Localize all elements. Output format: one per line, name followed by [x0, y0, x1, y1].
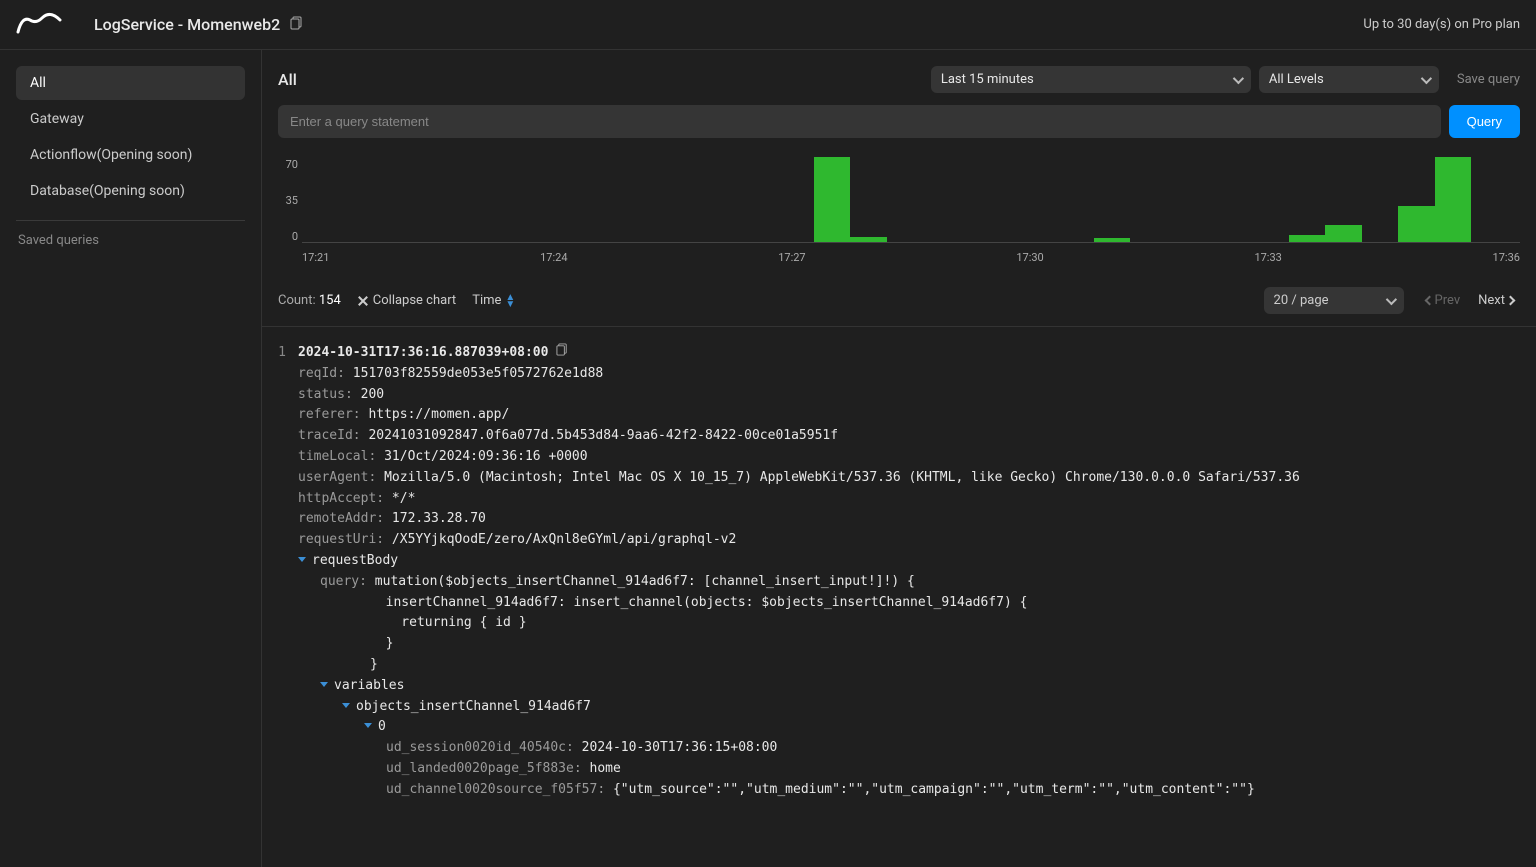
sidebar-item-gateway[interactable]: Gateway	[16, 102, 245, 136]
chart-bar[interactable]	[1289, 235, 1326, 242]
sidebar-item-database[interactable]: Database(Opening soon)	[16, 174, 245, 208]
topbar: LogService - Momenweb2 Up to 30 day(s) o…	[0, 0, 1536, 50]
array-index-node[interactable]: 0	[298, 717, 1520, 738]
copy-icon[interactable]	[290, 16, 304, 34]
copy-icon[interactable]	[556, 343, 569, 364]
chart-bar[interactable]	[1325, 225, 1362, 242]
sidebar-item-all[interactable]: All	[16, 66, 245, 100]
sort-icon: ▲▼	[505, 294, 515, 308]
time-range-dropdown[interactable]: Last 15 minutes	[931, 66, 1251, 93]
level-dropdown[interactable]: All Levels	[1259, 66, 1439, 93]
page-title: LogService - Momenweb2	[94, 15, 280, 34]
query-input[interactable]	[278, 105, 1441, 138]
query-button[interactable]: Query	[1449, 105, 1520, 138]
caret-icon	[342, 703, 350, 708]
chart-plot[interactable]	[302, 158, 1520, 243]
log-query-line: mutation($objects_insertChannel_914ad6f7…	[375, 574, 915, 589]
content: All Last 15 minutes All Levels Save quer…	[262, 50, 1536, 867]
log-requesturi: /X5YYjkqOodE/zero/AxQnl8eGYml/api/graphq…	[392, 532, 736, 547]
saved-queries-label: Saved queries	[16, 233, 245, 248]
log-timestamp: 2024-10-31T17:36:16.887039+08:00	[298, 343, 548, 364]
log-var-landed: home	[590, 761, 621, 776]
count-label: Count:	[278, 293, 316, 308]
sidebar-divider	[16, 220, 245, 221]
log-useragent: Mozilla/5.0 (Macintosh; Intel Mac OS X 1…	[384, 470, 1300, 485]
next-button[interactable]: Next	[1472, 289, 1520, 312]
controls-row: Count: 154 Collapse chart Time ▲▼ 20 / p…	[262, 273, 1536, 326]
time-sort-button[interactable]: Time ▲▼	[472, 293, 515, 308]
time-range-value: Last 15 minutes	[941, 72, 1034, 87]
chevron-left-icon	[1424, 296, 1434, 306]
collapse-chart-button[interactable]: Collapse chart	[357, 293, 456, 308]
chart-bar[interactable]	[1094, 238, 1131, 242]
log-remoteaddr: 172.33.28.70	[392, 511, 486, 526]
chevron-down-icon	[1233, 72, 1244, 83]
variables-node[interactable]: variables	[298, 676, 1520, 697]
chart-area: 70 35 0 17:21 17:24 17:27 17:30 17:33 17…	[262, 148, 1536, 273]
chart-bar[interactable]	[814, 157, 851, 242]
log-var-channel: {"utm_source":"","utm_medium":"","utm_ca…	[613, 782, 1255, 797]
chevron-down-icon	[1421, 72, 1432, 83]
log-var-session: 2024-10-30T17:36:15+08:00	[582, 740, 778, 755]
objects-node[interactable]: objects_insertChannel_914ad6f7	[298, 697, 1520, 718]
log-area: 1 2024-10-31T17:36:16.887039+08:00 reqId…	[262, 326, 1536, 867]
pager: Prev Next	[1420, 289, 1520, 312]
chevron-right-icon	[1506, 296, 1516, 306]
save-query-link[interactable]: Save query	[1457, 72, 1520, 87]
sidebar-item-actionflow[interactable]: Actionflow(Opening soon)	[16, 138, 245, 172]
log-status: 200	[361, 387, 384, 402]
level-value: All Levels	[1269, 72, 1324, 87]
plan-text: Up to 30 day(s) on Pro plan	[1363, 17, 1520, 32]
close-icon	[357, 295, 369, 307]
log-timelocal: 31/Oct/2024:09:36:16 +0000	[384, 449, 588, 464]
content-title: All	[278, 70, 297, 89]
caret-icon	[364, 723, 372, 728]
requestbody-node[interactable]: requestBody	[298, 551, 1520, 572]
app-logo	[16, 12, 64, 38]
log-traceid: 20241031092847.0f6a077d.5b453d84-9aa6-42…	[368, 428, 838, 443]
chart-bar[interactable]	[1398, 206, 1435, 242]
chart-x-axis: 17:21 17:24 17:27 17:30 17:33 17:36	[302, 243, 1520, 264]
log-entry: 1 2024-10-31T17:36:16.887039+08:00 reqId…	[278, 343, 1520, 801]
chart-y-axis: 70 35 0	[278, 158, 302, 243]
page-size-dropdown[interactable]: 20 / page	[1264, 287, 1404, 314]
sidebar: All Gateway Actionflow(Opening soon) Dat…	[0, 50, 262, 867]
caret-icon	[320, 682, 328, 687]
count-value: 154	[319, 293, 341, 308]
chevron-down-icon	[1385, 293, 1396, 304]
log-reqid: 151703f82559de053e5f0572762e1d88	[353, 366, 603, 381]
prev-button[interactable]: Prev	[1420, 289, 1467, 312]
log-httpaccept: */*	[392, 491, 415, 506]
log-index: 1	[278, 343, 286, 801]
caret-icon	[298, 557, 306, 562]
log-referer: https://momen.app/	[368, 407, 509, 422]
chart-bar[interactable]	[850, 237, 887, 242]
chart-bar[interactable]	[1435, 157, 1472, 242]
